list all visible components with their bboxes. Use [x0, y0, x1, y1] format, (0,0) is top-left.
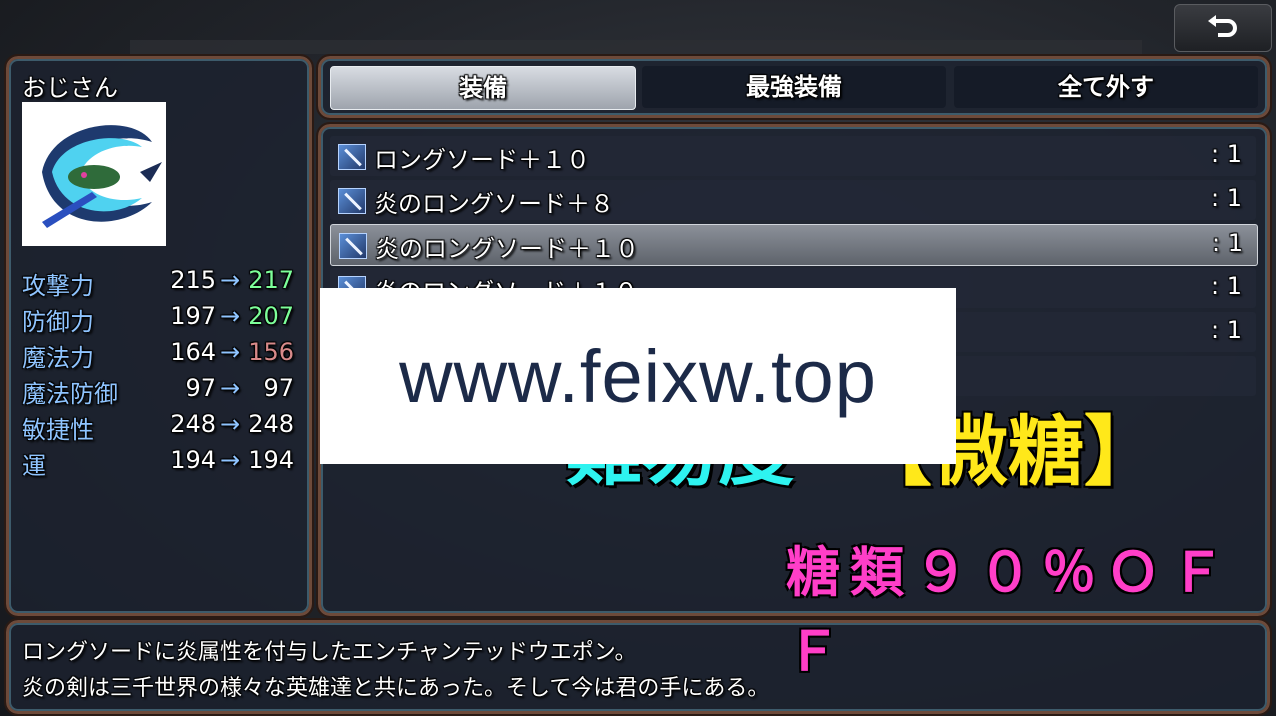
- arrow-icon: →: [220, 338, 241, 366]
- return-arrow-icon: [1208, 15, 1237, 37]
- param-current: 197: [170, 302, 216, 330]
- param-current: 215: [170, 266, 216, 294]
- param-label: 防御力: [22, 308, 94, 336]
- param-row-magic-defense: 魔法防御 97 → 97: [22, 374, 298, 408]
- param-current: 97: [185, 374, 216, 402]
- item-name: ロングソード＋１０: [374, 146, 590, 174]
- param-current: 194: [170, 446, 216, 474]
- param-new: 217: [248, 266, 294, 294]
- arrow-icon: →: [220, 266, 241, 294]
- help-line-1: ロングソードに炎属性を付与したエンチャンテッドウエポン。: [22, 640, 637, 665]
- command-clear[interactable]: 全て外す: [954, 66, 1258, 108]
- overlay-sub: 糖類９０％ＯＦＦ: [786, 541, 1234, 683]
- param-row-attack: 攻撃力 215 → 217: [22, 266, 298, 300]
- param-label: 敏捷性: [22, 416, 94, 444]
- item-name: 炎のロングソード＋８: [374, 190, 614, 218]
- item-count: : 1: [1211, 316, 1242, 344]
- help-line-2: 炎の剣は三千世界の様々な英雄達と共にあった。そして今は君の手にある。: [22, 676, 770, 701]
- param-label: 魔法防御: [22, 380, 118, 408]
- param-row-defense: 防御力 197 → 207: [22, 302, 298, 336]
- param-new: 97: [263, 374, 294, 402]
- item-count: : 1: [1211, 140, 1242, 168]
- param-new: 248: [248, 410, 294, 438]
- param-row-luck: 運 194 → 194: [22, 446, 298, 480]
- param-new: 156: [248, 338, 294, 366]
- param-new: 194: [248, 446, 294, 474]
- param-label: 攻撃力: [22, 272, 94, 300]
- list-item[interactable]: ロングソード＋１０ : 1: [330, 136, 1256, 176]
- sword-icon: [339, 233, 367, 259]
- sword-icon: [338, 188, 366, 214]
- param-row-magic: 魔法力 164 → 156: [22, 338, 298, 372]
- item-count: : 1: [1212, 229, 1243, 257]
- actor-name: おじさん: [22, 74, 118, 102]
- sword-icon: [338, 144, 366, 170]
- arrow-icon: →: [220, 302, 241, 330]
- param-label: 運: [22, 452, 46, 480]
- param-row-agility: 敏捷性 248 → 248: [22, 410, 298, 444]
- command-equip[interactable]: 装備: [330, 66, 636, 110]
- param-label: 魔法力: [22, 344, 94, 372]
- param-new: 207: [248, 302, 294, 330]
- list-item[interactable]: 炎のロングソード＋８ : 1: [330, 180, 1256, 220]
- param-current: 164: [170, 338, 216, 366]
- param-current: 248: [170, 410, 216, 438]
- item-count: : 1: [1211, 184, 1242, 212]
- top-bar: [130, 40, 1142, 54]
- command-optimize[interactable]: 最強装備: [642, 66, 946, 108]
- arrow-icon: →: [220, 410, 241, 438]
- watermark-box: www.feixw.top: [320, 288, 956, 464]
- watermark-text: www.feixw.top: [399, 334, 877, 418]
- item-name: 炎のロングソード＋１０: [375, 235, 639, 263]
- dragon-portrait-icon: [22, 102, 166, 246]
- list-item-selected[interactable]: 炎のロングソード＋１０ : 1: [330, 224, 1258, 266]
- item-count: : 1: [1211, 272, 1242, 300]
- arrow-icon: →: [220, 446, 241, 474]
- back-button[interactable]: [1174, 4, 1272, 52]
- arrow-icon: →: [220, 374, 241, 402]
